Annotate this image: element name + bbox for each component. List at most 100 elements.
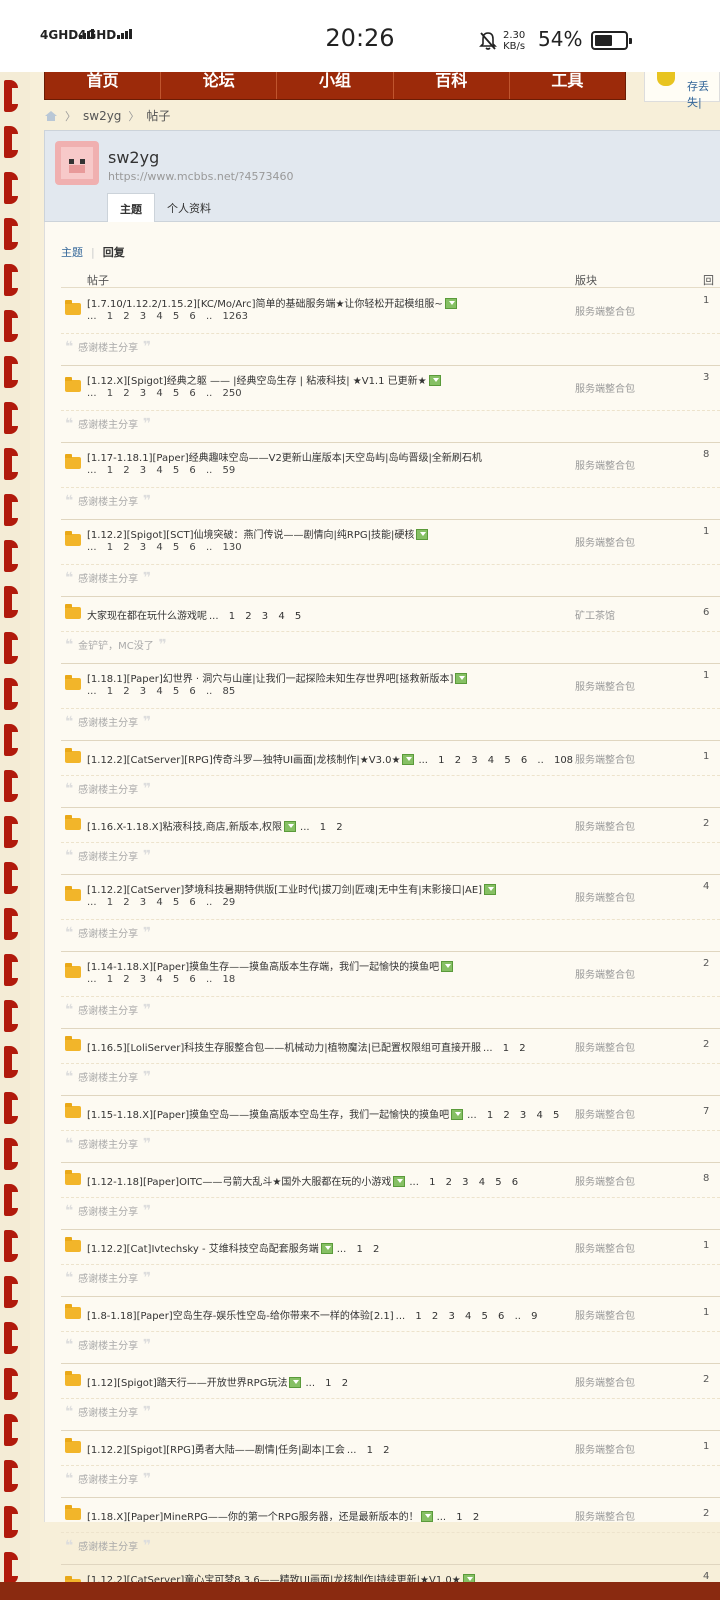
- thread-title[interactable]: [1.17-1.18.1][Paper]经典趣味空岛——V2更新山崖版本|天空岛…: [87, 453, 482, 464]
- subtab-replies[interactable]: 回复: [103, 244, 125, 260]
- thread-row[interactable]: [1.16.X-1.18.X]粘液科技,商店,新版本,权限 ... 1 2 服务端整…: [61, 808, 720, 875]
- thread-forum[interactable]: 矿工茶馆: [575, 607, 615, 622]
- profile-url[interactable]: https://www.mcbbs.net/?4573460: [108, 170, 293, 183]
- thread-pages[interactable]: ... 1 2 3 4 5 6 .. 250: [87, 388, 242, 399]
- thread-pages[interactable]: ... 1 2 3 4 5 6 .. 18: [87, 974, 235, 985]
- reply-quote[interactable]: ❝ 感谢楼主分享 ❞: [61, 996, 720, 1022]
- breadcrumb-user[interactable]: sw2yg: [83, 109, 121, 123]
- thread-forum[interactable]: 服务端整合包: [575, 1441, 635, 1456]
- thread-forum[interactable]: 服务端整合包: [575, 457, 635, 472]
- thread-title-line[interactable]: [1.17-1.18.1][Paper]经典趣味空岛——V2更新山崖版本|天空岛…: [87, 449, 482, 464]
- thread-pages[interactable]: ... 1 2: [337, 1244, 380, 1255]
- thread-title-line[interactable]: [1.18.X][Paper]MineRPG——你的第一个RPG服务器，还是最新…: [87, 1508, 479, 1523]
- thread-forum[interactable]: 服务端整合包: [575, 751, 635, 766]
- reply-quote[interactable]: ❝ 感谢楼主分享 ❞: [61, 1398, 720, 1424]
- thread-title-line[interactable]: [1.12.2][Spigot][SCT]仙境突破：燕门传说——剧情向|纯RPG…: [87, 526, 430, 541]
- thread-forum[interactable]: 服务端整合包: [575, 380, 635, 395]
- thread-row[interactable]: [1.14-1.18.X][Paper]摸鱼生存——摸鱼高版本生存端，我们一起愉…: [61, 952, 720, 1029]
- reply-quote[interactable]: ❝ 感谢楼主分享 ❞: [61, 1197, 720, 1223]
- thread-forum[interactable]: 服务端整合包: [575, 889, 635, 904]
- thread-forum[interactable]: 服务端整合包: [575, 966, 635, 981]
- thread-title[interactable]: [1.12.2][CatServer][RPG]传奇斗罗—独特UI画面|龙核制作…: [87, 755, 400, 766]
- reply-quote[interactable]: ❝ 感谢楼主分享 ❞: [61, 708, 720, 734]
- thread-forum[interactable]: 服务端整合包: [575, 678, 635, 693]
- thread-title-line[interactable]: [1.12.2][CatServer][RPG]传奇斗罗—独特UI画面|龙核制作…: [87, 751, 573, 766]
- thread-title-line[interactable]: [1.12.2][CatServer]梦境科技暑期特供版[工业时代|拔刀剑|匠魂…: [87, 881, 498, 896]
- thread-title[interactable]: [1.12][Spigot]踏天行——开放世界RPG玩法: [87, 1378, 287, 1389]
- thread-title-line[interactable]: [1.12.2][Cat]Ivtechsky - 艾维科技空岛配套服务端 ... …: [87, 1240, 379, 1255]
- thread-title-line[interactable]: [1.16.5][LoliServer]科技生存服整合包——机械动力|植物魔法|…: [87, 1039, 526, 1054]
- thread-row[interactable]: [1.12.2][CatServer]梦境科技暑期特供版[工业时代|拔刀剑|匠魂…: [61, 875, 720, 952]
- thread-forum[interactable]: 服务端整合包: [575, 818, 635, 833]
- thread-pages[interactable]: ... 1 2: [347, 1445, 390, 1456]
- thread-forum[interactable]: 服务端整合包: [575, 1106, 635, 1121]
- thread-title[interactable]: [1.15-1.18.X][Paper]摸鱼空岛——摸鱼高版本空岛生存，我们一起…: [87, 1110, 449, 1121]
- thread-title-line[interactable]: [1.16.X-1.18.X]粘液科技,商店,新版本,权限 ... 1 2: [87, 818, 343, 833]
- thread-pages[interactable]: ... 1 2 3 4 5 6 .. 29: [87, 897, 235, 908]
- thread-pages[interactable]: ... 1 2 3 4 5 6 .. 59: [87, 465, 235, 476]
- thread-row[interactable]: [1.18.X][Paper]MineRPG——你的第一个RPG服务器，还是最新…: [61, 1498, 720, 1565]
- thread-title-line[interactable]: [1.14-1.18.X][Paper]摸鱼生存——摸鱼高版本生存端，我们一起愉…: [87, 958, 455, 973]
- thread-title-line[interactable]: [1.7.10/1.12.2/1.15.2][KC/Mo/Arc]简单的基础服务…: [87, 295, 459, 310]
- thread-title[interactable]: [1.18.X][Paper]MineRPG——你的第一个RPG服务器，还是最新…: [87, 1512, 419, 1523]
- tab-topics[interactable]: 主题: [107, 193, 155, 224]
- thread-pages[interactable]: ... 1 2 3 4 5 6 .. 85: [87, 686, 235, 697]
- thread-pages[interactable]: ... 1 2 3 4 5 6: [409, 1177, 518, 1188]
- thread-row[interactable]: [1.12-1.18][Paper]OITC——弓箭大乱斗★国外大服都在玩的小游…: [61, 1163, 720, 1230]
- thread-title-line[interactable]: [1.8-1.18][Paper]空岛生存-娱乐性空岛-给你带来不一样的体验[2…: [87, 1307, 538, 1322]
- thread-row[interactable]: [1.17-1.18.1][Paper]经典趣味空岛——V2更新山崖版本|天空岛…: [61, 443, 720, 520]
- thread-row[interactable]: [1.16.5][LoliServer]科技生存服整合包——机械动力|植物魔法|…: [61, 1029, 720, 1096]
- thread-forum[interactable]: 服务端整合包: [575, 1173, 635, 1188]
- thread-row[interactable]: [1.12.X][Spigot]经典之躯 —— |经典空岛生存 | 粘液科技| …: [61, 366, 720, 443]
- reply-quote[interactable]: ❝ 感谢楼主分享 ❞: [61, 842, 720, 868]
- thread-title[interactable]: [1.12.2][CatServer]梦境科技暑期特供版[工业时代|拔刀剑|匠魂…: [87, 885, 482, 896]
- thread-pages[interactable]: ... 1 2 3 4 5: [209, 611, 301, 622]
- thread-pages[interactable]: ... 1 2: [300, 822, 343, 833]
- thread-title[interactable]: [1.18.1][Paper]幻世界 · 洞穴与山崖|让我们一起探险未知生存世界…: [87, 674, 453, 685]
- reply-quote[interactable]: ❝ 感谢楼主分享 ❞: [61, 775, 720, 801]
- tab-profile-info[interactable]: 个人资料: [155, 193, 223, 224]
- reply-quote[interactable]: ❝ 感谢楼主分享 ❞: [61, 410, 720, 436]
- thread-row[interactable]: [1.12.2][Cat]Ivtechsky - 艾维科技空岛配套服务端 ... …: [61, 1230, 720, 1297]
- thread-forum[interactable]: 服务端整合包: [575, 1240, 635, 1255]
- thread-title[interactable]: [1.14-1.18.X][Paper]摸鱼生存——摸鱼高版本生存端，我们一起愉…: [87, 962, 439, 973]
- thread-title[interactable]: 大家现在都在玩什么游戏呢: [87, 611, 207, 622]
- thread-forum[interactable]: 服务端整合包: [575, 1374, 635, 1389]
- thread-title-line[interactable]: [1.12.X][Spigot]经典之躯 —— |经典空岛生存 | 粘液科技| …: [87, 372, 443, 387]
- profile-username[interactable]: sw2yg: [108, 148, 159, 167]
- reply-quote[interactable]: ❝ 感谢楼主分享 ❞: [61, 1264, 720, 1290]
- thread-row[interactable]: [1.12][Spigot]踏天行——开放世界RPG玩法 ... 1 2 服务端整合…: [61, 1364, 720, 1431]
- reply-quote[interactable]: ❝ 感谢楼主分享 ❞: [61, 1331, 720, 1357]
- reply-quote[interactable]: ❝ 感谢楼主分享 ❞: [61, 1532, 720, 1558]
- thread-title-line[interactable]: 大家现在都在玩什么游戏呢... 1 2 3 4 5: [87, 607, 301, 622]
- thread-title-line[interactable]: [1.18.1][Paper]幻世界 · 洞穴与山崖|让我们一起探险未知生存世界…: [87, 670, 469, 685]
- thread-title[interactable]: [1.8-1.18][Paper]空岛生存-娱乐性空岛-给你带来不一样的体验[2…: [87, 1311, 394, 1322]
- thread-row[interactable]: [1.12.2][Spigot][RPG]勇者大陆——剧情|任务|副本|工会..…: [61, 1431, 720, 1498]
- thread-title-line[interactable]: [1.12.2][Spigot][RPG]勇者大陆——剧情|任务|副本|工会..…: [87, 1441, 390, 1456]
- thread-forum[interactable]: 服务端整合包: [575, 1307, 635, 1322]
- reply-quote[interactable]: ❝ 感谢楼主分享 ❞: [61, 1063, 720, 1089]
- thread-forum[interactable]: 服务端整合包: [575, 303, 635, 318]
- thread-title[interactable]: [1.12.2][Spigot][RPG]勇者大陆——剧情|任务|副本|工会: [87, 1445, 345, 1456]
- thread-pages[interactable]: ... 1 2 3 4 5: [467, 1110, 559, 1121]
- thread-title[interactable]: [1.16.X-1.18.X]粘液科技,商店,新版本,权限: [87, 822, 282, 833]
- thread-pages[interactable]: ... 1 2 3 4 5 6 .. 130: [87, 542, 242, 553]
- reply-quote[interactable]: ❝ 感谢楼主分享 ❞: [61, 1465, 720, 1491]
- reply-quote[interactable]: ❝ 感谢楼主分享 ❞: [61, 487, 720, 513]
- thread-pages[interactable]: ... 1 2: [305, 1378, 348, 1389]
- thread-row[interactable]: 大家现在都在玩什么游戏呢... 1 2 3 4 5 矿工茶馆 6 ❝ 金铲铲，MC没了…: [61, 597, 720, 664]
- reply-quote[interactable]: ❝ 感谢楼主分享 ❞: [61, 564, 720, 590]
- thread-forum[interactable]: 服务端整合包: [575, 1508, 635, 1523]
- thread-row[interactable]: [1.7.10/1.12.2/1.15.2][KC/Mo/Arc]简单的基础服务…: [61, 289, 720, 366]
- thread-title-line[interactable]: [1.15-1.18.X][Paper]摸鱼空岛——摸鱼高版本空岛生存，我们一起…: [87, 1106, 559, 1121]
- avatar[interactable]: [55, 141, 99, 185]
- reply-quote[interactable]: ❝ 感谢楼主分享 ❞: [61, 1130, 720, 1156]
- thread-title[interactable]: [1.7.10/1.12.2/1.15.2][KC/Mo/Arc]简单的基础服务…: [87, 299, 443, 310]
- thread-forum[interactable]: 服务端整合包: [575, 534, 635, 549]
- thread-row[interactable]: [1.8-1.18][Paper]空岛生存-娱乐性空岛-给你带来不一样的体验[2…: [61, 1297, 720, 1364]
- thread-title-line[interactable]: [1.12-1.18][Paper]OITC——弓箭大乱斗★国外大服都在玩的小游…: [87, 1173, 518, 1188]
- thread-forum[interactable]: 服务端整合包: [575, 1039, 635, 1054]
- thread-row[interactable]: [1.18.1][Paper]幻世界 · 洞穴与山崖|让我们一起探险未知生存世界…: [61, 664, 720, 741]
- thread-pages[interactable]: ... 1 2: [437, 1512, 480, 1523]
- thread-title[interactable]: [1.12.X][Spigot]经典之躯 —— |经典空岛生存 | 粘液科技| …: [87, 376, 427, 387]
